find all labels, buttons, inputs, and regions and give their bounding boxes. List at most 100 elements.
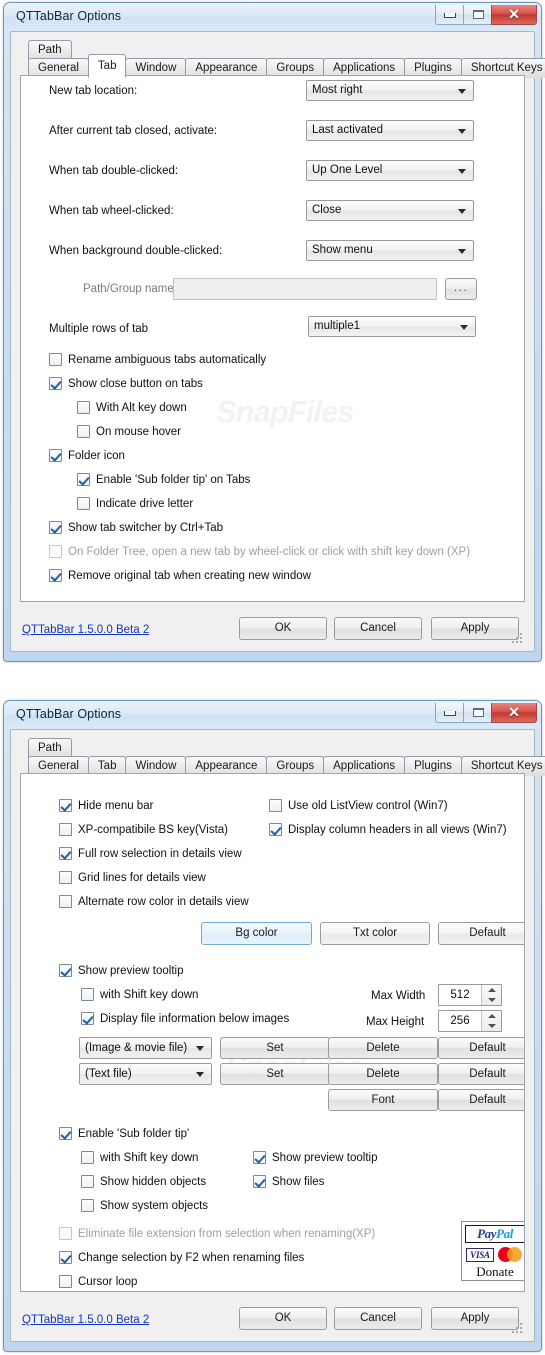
checkbox-label: Show system objects xyxy=(100,1199,209,1212)
checkbox-box xyxy=(49,353,62,366)
chevron-down-icon xyxy=(196,1046,204,1051)
checkbox-box xyxy=(59,1275,72,1288)
stepper-arrows[interactable] xyxy=(481,985,501,1005)
checkbox-folder-tree-new-tab: On Folder Tree, open a new tab by wheel-… xyxy=(49,545,470,558)
checkbox-change-selection-f2[interactable]: Change selection by F2 when renaming fil… xyxy=(59,1251,304,1264)
multiple-rows-label-wrap: Multiple rows of tab xyxy=(49,323,148,335)
checkbox-label: with Shift key down xyxy=(100,1151,199,1164)
checkbox-enable-sub-folder-tip-on-tabs[interactable]: Enable 'Sub folder tip' on Tabs xyxy=(77,473,250,486)
background-double-clicked-select[interactable]: Show menu xyxy=(306,240,474,261)
tab-wheel-clicked-select[interactable]: Close xyxy=(306,200,474,221)
checkbox-grid-lines[interactable]: Grid lines for details view xyxy=(59,871,206,884)
title-bar-1[interactable]: QTTabBar Options ✕ xyxy=(4,3,541,31)
max-width-value: 512 xyxy=(450,989,470,1001)
stepper-up-icon[interactable] xyxy=(488,1014,496,1018)
stepper-up-icon[interactable] xyxy=(488,988,496,992)
checkbox-enable-sub-folder-tip[interactable]: Enable 'Sub folder tip' xyxy=(59,1127,189,1140)
checkbox-label: Folder icon xyxy=(68,449,125,462)
paypal-donate-button[interactable]: PayPal VISA Donate xyxy=(461,1221,524,1281)
checkbox-on-mouse-hover[interactable]: On mouse hover xyxy=(77,425,181,438)
version-link[interactable]: QTTabBar 1.5.0.0 Beta 2 xyxy=(22,624,149,636)
maximize-button[interactable] xyxy=(463,703,492,723)
text-file-select[interactable]: (Text file) xyxy=(79,1063,212,1085)
resize-grip[interactable] xyxy=(510,1321,522,1333)
checkbox-box xyxy=(49,569,62,582)
checkbox-show-close-button[interactable]: Show close button on tabs xyxy=(49,377,203,390)
checkbox-indicate-drive-letter[interactable]: Indicate drive letter xyxy=(77,497,193,510)
stepper-arrows[interactable] xyxy=(481,1011,501,1031)
tab-strip-2: Path General Tab Window Appearance Group… xyxy=(20,738,545,776)
max-width-stepper[interactable]: 512 xyxy=(438,984,502,1006)
maximize-button[interactable] xyxy=(463,5,492,25)
resize-grip[interactable] xyxy=(510,631,522,643)
txt-color-button[interactable]: Txt color xyxy=(320,922,430,945)
multiple-rows-select[interactable]: multiple1 xyxy=(308,316,476,337)
checkbox-preview-with-shift[interactable]: with Shift key down xyxy=(81,988,198,1001)
chevron-down-icon xyxy=(458,169,466,174)
close-button[interactable]: ✕ xyxy=(491,5,537,25)
checkbox-folder-icon[interactable]: Folder icon xyxy=(49,449,125,462)
minimize-button[interactable] xyxy=(435,703,464,723)
bg-color-button[interactable]: Bg color xyxy=(201,922,312,945)
checkbox-with-alt-key-down[interactable]: With Alt key down xyxy=(77,401,187,414)
image-set-button[interactable]: Set xyxy=(220,1037,330,1059)
ok-button[interactable]: OK xyxy=(239,617,327,640)
font-button[interactable]: Font xyxy=(328,1089,438,1111)
checkbox-show-tab-switcher[interactable]: Show tab switcher by Ctrl+Tab xyxy=(49,521,223,534)
stepper-down-icon[interactable] xyxy=(488,1024,496,1028)
checkbox-label: XP-compatibile BS key(Vista) xyxy=(78,823,228,836)
text-default-button[interactable]: Default xyxy=(438,922,524,945)
checkbox-show-system-objects[interactable]: Show system objects xyxy=(81,1199,208,1212)
checkbox-label: Display file information below images xyxy=(100,1012,290,1025)
checkbox-alternate-row-color[interactable]: Alternate row color in details view xyxy=(59,895,249,908)
version-link[interactable]: QTTabBar 1.5.0.0 Beta 2 xyxy=(22,1314,149,1326)
ok-button[interactable]: OK xyxy=(239,1307,327,1330)
select-value: (Text file) xyxy=(85,1068,132,1080)
image-delete-button[interactable]: Delete xyxy=(328,1037,438,1059)
field-label: New tab location: xyxy=(49,85,138,97)
cancel-button[interactable]: Cancel xyxy=(334,1307,422,1330)
checkbox-full-row-selection[interactable]: Full row selection in details view xyxy=(59,847,242,860)
checkbox-rename-ambiguous-tabs[interactable]: Rename ambiguous tabs automatically xyxy=(49,353,266,366)
window-controls-2: ✕ xyxy=(435,703,537,723)
browse-button[interactable]: ... xyxy=(445,278,477,300)
image-movie-file-select[interactable]: (Image & movie file) xyxy=(79,1037,212,1059)
checkbox-display-file-information[interactable]: Display file information below images xyxy=(81,1012,289,1025)
text-set-button[interactable]: Set xyxy=(220,1063,330,1085)
select-value: Most right xyxy=(312,84,363,96)
checkbox-cursor-loop[interactable]: Cursor loop xyxy=(59,1275,137,1288)
tab-double-clicked-select[interactable]: Up One Level xyxy=(306,160,474,181)
checkbox-show-files[interactable]: Show files xyxy=(253,1175,324,1188)
after-tab-closed-select[interactable]: Last activated xyxy=(306,120,474,141)
checkbox-label: Alternate row color in details view xyxy=(78,895,249,908)
checkbox-hide-menu-bar[interactable]: Hide menu bar xyxy=(59,799,153,812)
path-group-input[interactable] xyxy=(173,278,437,300)
minimize-button[interactable] xyxy=(435,5,464,25)
stepper-down-icon[interactable] xyxy=(488,998,496,1002)
tab-tab[interactable]: Tab xyxy=(87,54,127,78)
text-default-button[interactable]: Default xyxy=(438,1063,524,1085)
checkbox-remove-original-tab[interactable]: Remove original tab when creating new wi… xyxy=(49,569,311,582)
checkbox-label: with Shift key down xyxy=(100,988,199,1001)
checkbox-show-preview-tooltip[interactable]: Show preview tooltip xyxy=(59,964,183,977)
checkbox-box xyxy=(59,895,72,908)
options-window-misc: QTTabBar Options ✕ Path General Tab Wind… xyxy=(3,700,545,1352)
checkbox-display-column-headers[interactable]: Display column headers in all views (Win… xyxy=(269,823,507,836)
checkbox-show-hidden-objects[interactable]: Show hidden objects xyxy=(81,1175,206,1188)
checkbox-use-old-listview[interactable]: Use old ListView control (Win7) xyxy=(269,799,448,812)
apply-button[interactable]: Apply xyxy=(431,617,519,640)
title-bar-2[interactable]: QTTabBar Options ✕ xyxy=(4,701,541,729)
checkbox-subfolder-show-preview-tooltip[interactable]: Show preview tooltip xyxy=(253,1151,377,1164)
max-height-stepper[interactable]: 256 xyxy=(438,1010,502,1032)
select-value: (Image & movie file) xyxy=(85,1042,188,1054)
font-default-button[interactable]: Default xyxy=(438,1089,524,1111)
text-delete-button[interactable]: Delete xyxy=(328,1063,438,1085)
checkbox-xp-compatible-bs-key[interactable]: XP-compatibile BS key(Vista) xyxy=(59,823,228,836)
new-tab-location-select[interactable]: Most right xyxy=(306,80,474,101)
apply-button[interactable]: Apply xyxy=(431,1307,519,1330)
checkbox-label: Show files xyxy=(272,1175,325,1188)
checkbox-subfolder-with-shift[interactable]: with Shift key down xyxy=(81,1151,198,1164)
image-default-button[interactable]: Default xyxy=(438,1037,524,1059)
cancel-button[interactable]: Cancel xyxy=(334,617,422,640)
close-button[interactable]: ✕ xyxy=(491,703,537,723)
